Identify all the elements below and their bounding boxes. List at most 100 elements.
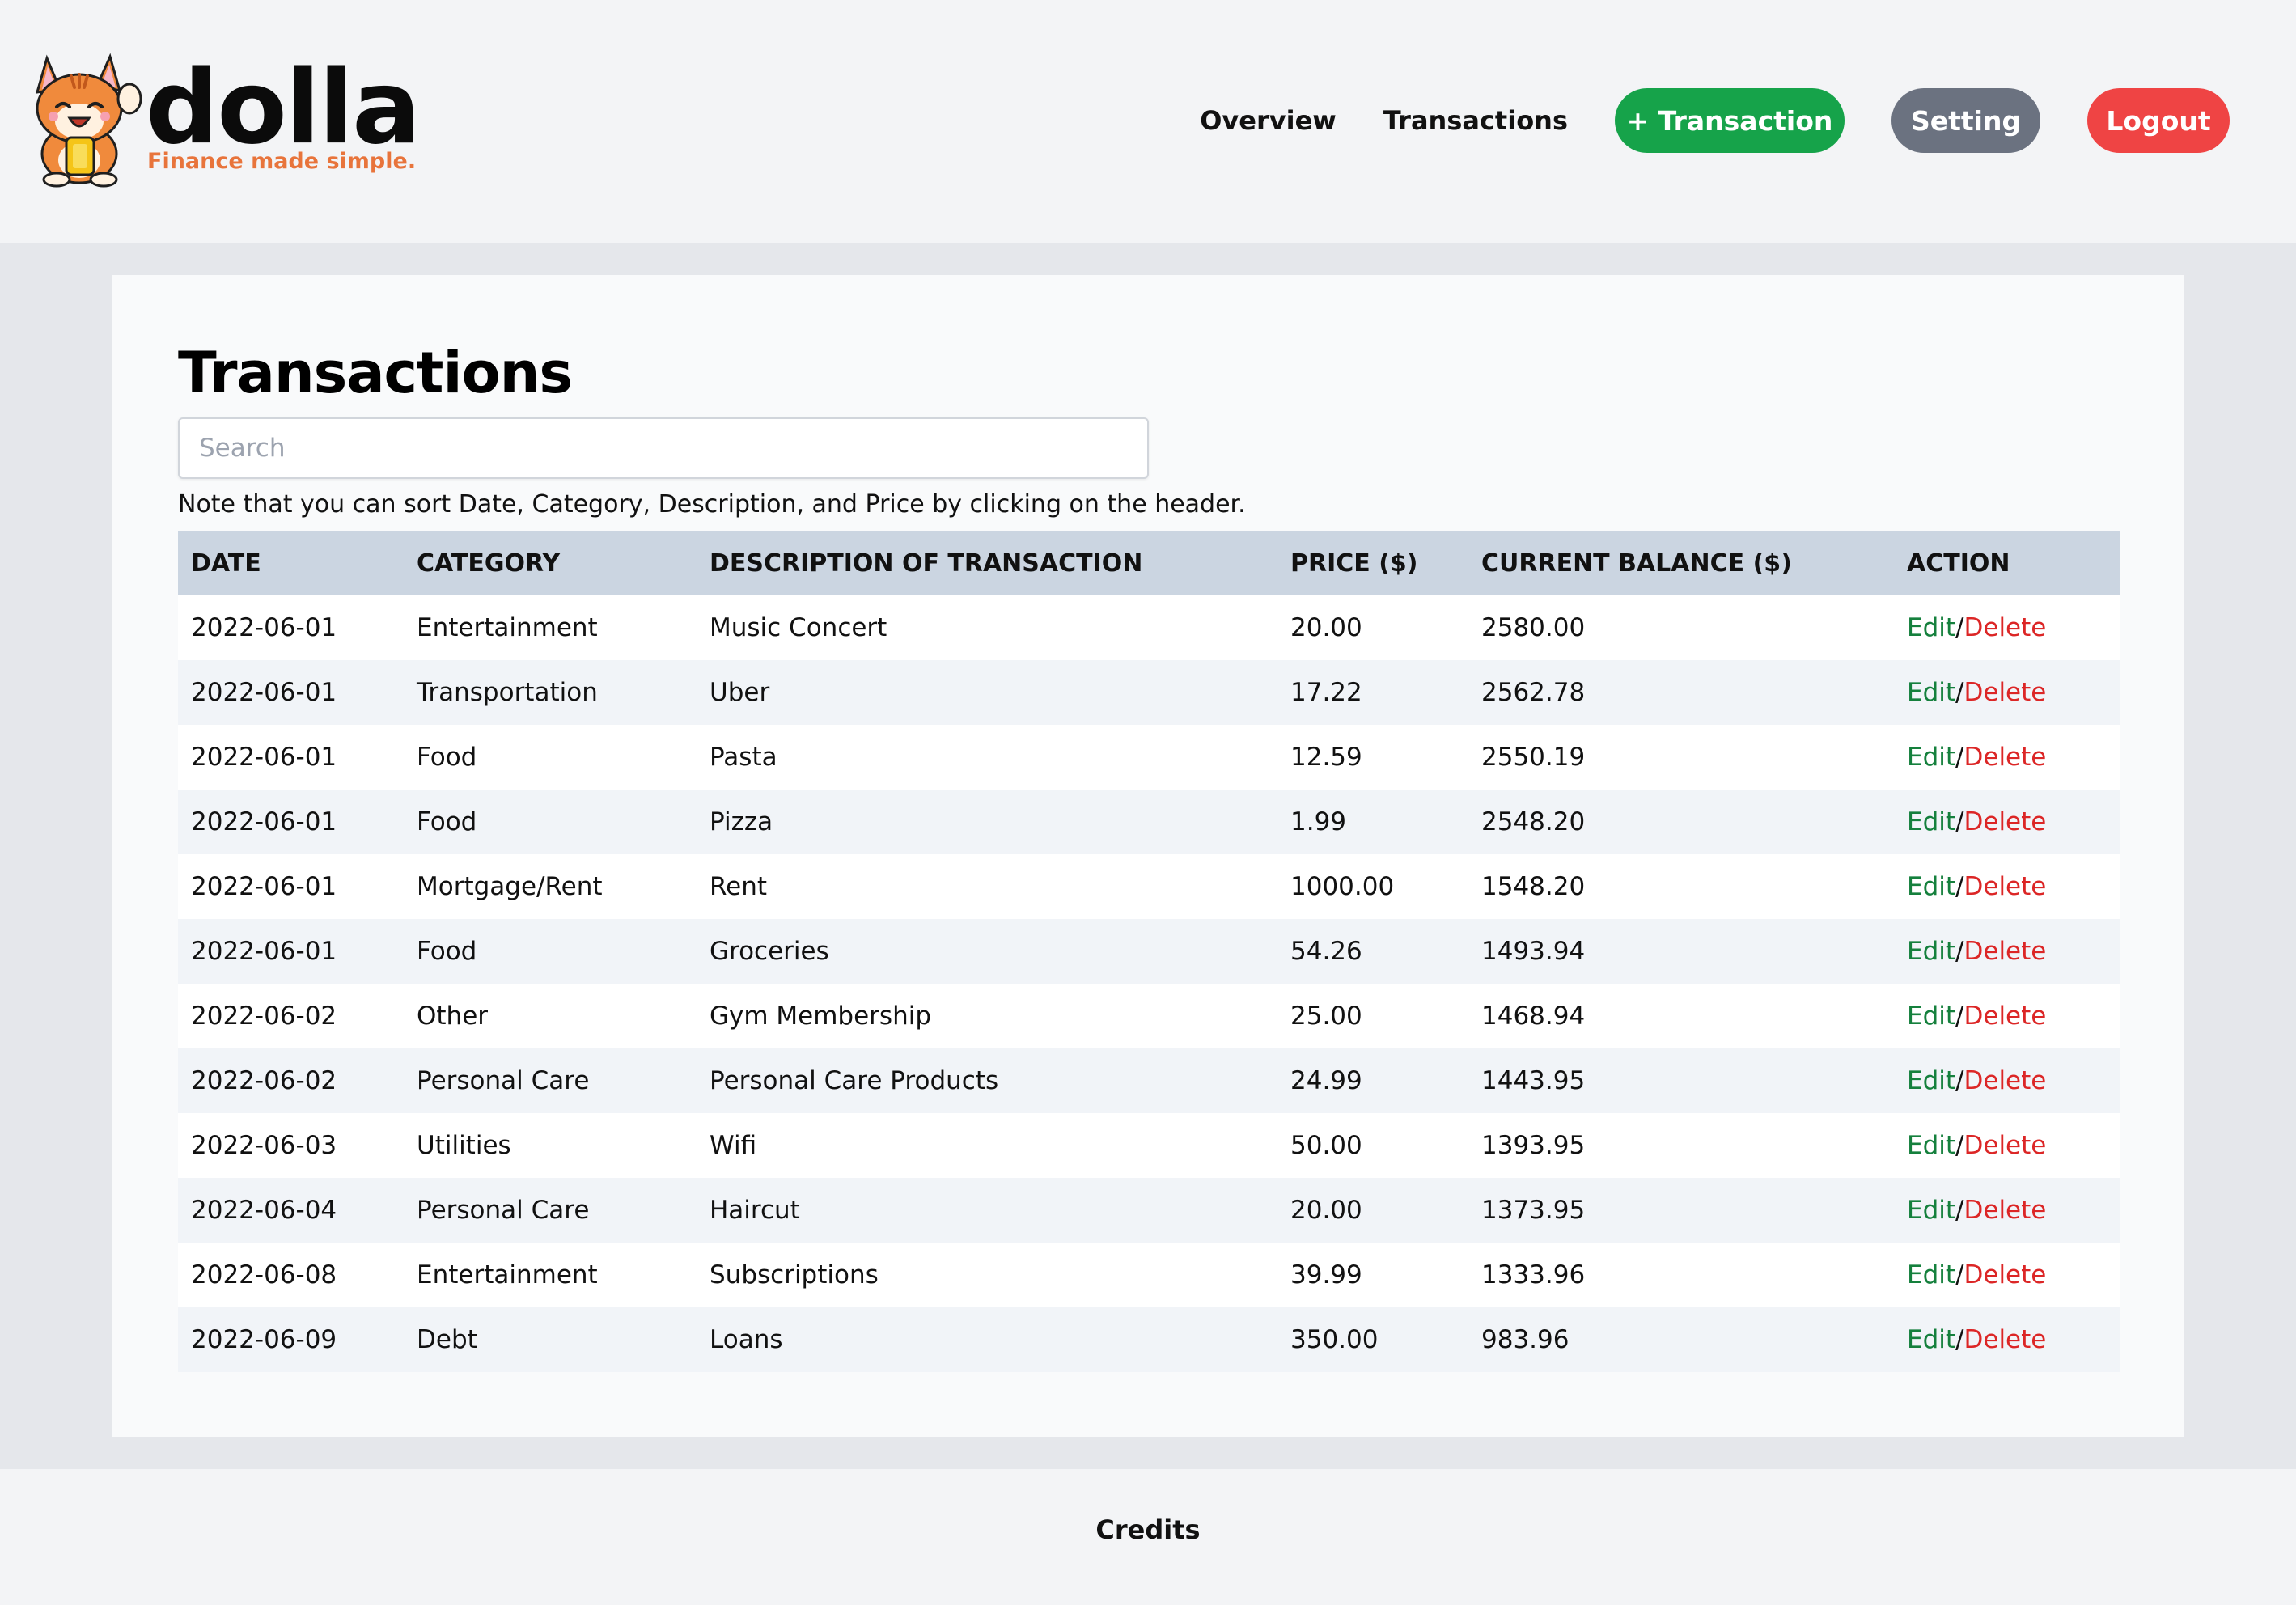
cell-price: 39.99 [1290, 1260, 1362, 1290]
edit-link[interactable]: Edit [1907, 743, 1955, 772]
cell-balance: 2548.20 [1481, 807, 1586, 836]
cell-balance: 1548.20 [1481, 872, 1586, 901]
cell-action: Edit/Delete [1894, 1243, 2120, 1307]
cell-date: 2022-06-01 [191, 937, 337, 966]
action-separator: / [1955, 1325, 1964, 1354]
cell-description: Rent [710, 872, 768, 901]
table-row: 2022-06-04 Personal Care Haircut 20.00 1373.… [178, 1178, 2120, 1243]
edit-link[interactable]: Edit [1907, 872, 1955, 901]
edit-link[interactable]: Edit [1907, 678, 1955, 707]
header-price[interactable]: PRICE ($) [1277, 531, 1468, 595]
add-transaction-button[interactable]: + Transaction [1615, 88, 1845, 153]
action-separator: / [1955, 1260, 1964, 1290]
cell-date: 2022-06-04 [191, 1196, 337, 1225]
delete-link[interactable]: Delete [1964, 872, 2047, 901]
cell-balance: 2550.19 [1481, 743, 1586, 772]
delete-link[interactable]: Delete [1964, 1196, 2047, 1225]
edit-link[interactable]: Edit [1907, 937, 1955, 966]
delete-link[interactable]: Delete [1964, 1325, 2047, 1354]
cell-action: Edit/Delete [1894, 1178, 2120, 1243]
header-description[interactable]: DESCRIPTION OF TRANSACTION [697, 531, 1277, 595]
brand-logo[interactable]: dolla Finance made simple. [29, 50, 421, 188]
cell-action: Edit/Delete [1894, 984, 2120, 1048]
cell-description: Gym Membership [710, 1002, 932, 1031]
cell-date: 2022-06-09 [191, 1325, 337, 1354]
edit-link[interactable]: Edit [1907, 1260, 1955, 1290]
cell-date: 2022-06-01 [191, 807, 337, 836]
cell-category: Debt [417, 1325, 477, 1354]
edit-link[interactable]: Edit [1907, 1002, 1955, 1031]
credits-link[interactable]: Credits [0, 1514, 2296, 1545]
delete-link[interactable]: Delete [1964, 1066, 2047, 1095]
cell-category: Personal Care [417, 1196, 590, 1225]
brand-name: dolla [146, 48, 421, 167]
delete-link[interactable]: Delete [1964, 937, 2047, 966]
setting-button[interactable]: Setting [1891, 88, 2040, 153]
cell-balance: 1468.94 [1481, 1002, 1586, 1031]
cell-description: Haircut [710, 1196, 800, 1225]
table-header-row: DATE CATEGORY DESCRIPTION OF TRANSACTION… [178, 531, 2120, 595]
action-separator: / [1955, 1066, 1964, 1095]
header-category[interactable]: CATEGORY [404, 531, 697, 595]
delete-link[interactable]: Delete [1964, 1260, 2047, 1290]
cell-price: 25.00 [1290, 1002, 1362, 1031]
search-input[interactable] [178, 417, 1149, 479]
cell-description: Personal Care Products [710, 1066, 999, 1095]
delete-link[interactable]: Delete [1964, 1002, 2047, 1031]
cell-price: 350.00 [1290, 1325, 1379, 1354]
cell-balance: 2580.00 [1481, 613, 1586, 642]
nav-transactions-link[interactable]: Transactions [1383, 105, 1568, 136]
table-row: 2022-06-01 Mortgage/Rent Rent 1000.00 1548.2… [178, 854, 2120, 919]
table-row: 2022-06-01 Food Groceries 54.26 1493.94 Edit/… [178, 919, 2120, 984]
cell-action: Edit/Delete [1894, 790, 2120, 854]
cell-category: Food [417, 807, 477, 836]
cell-action: Edit/Delete [1894, 1113, 2120, 1178]
cell-price: 1.99 [1290, 807, 1347, 836]
edit-link[interactable]: Edit [1907, 1131, 1955, 1160]
delete-link[interactable]: Delete [1964, 678, 2047, 707]
cell-price: 12.59 [1290, 743, 1362, 772]
cell-action: Edit/Delete [1894, 725, 2120, 790]
edit-link[interactable]: Edit [1907, 1196, 1955, 1225]
table-row: 2022-06-01 Entertainment Music Concert 20.0… [178, 595, 2120, 660]
logout-button[interactable]: Logout [2087, 88, 2230, 153]
cell-date: 2022-06-01 [191, 743, 337, 772]
cell-date: 2022-06-01 [191, 613, 337, 642]
cell-date: 2022-06-08 [191, 1260, 337, 1290]
table-row: 2022-06-09 Debt Loans 350.00 983.96 Edit/Dele… [178, 1307, 2120, 1372]
action-separator: / [1955, 678, 1964, 707]
edit-link[interactable]: Edit [1907, 1325, 1955, 1354]
cell-description: Pizza [710, 807, 773, 836]
delete-link[interactable]: Delete [1964, 613, 2047, 642]
delete-link[interactable]: Delete [1964, 743, 2047, 772]
cell-category: Entertainment [417, 613, 598, 642]
cell-category: Food [417, 743, 477, 772]
cell-balance: 1393.95 [1481, 1131, 1586, 1160]
delete-link[interactable]: Delete [1964, 1131, 2047, 1160]
transactions-table: DATE CATEGORY DESCRIPTION OF TRANSACTION… [178, 531, 2120, 1372]
nav-overview-link[interactable]: Overview [1200, 105, 1337, 136]
cell-balance: 2562.78 [1481, 678, 1586, 707]
edit-link[interactable]: Edit [1907, 613, 1955, 642]
cell-action: Edit/Delete [1894, 660, 2120, 725]
transactions-card: Transactions Note that you can sort Date… [112, 275, 2184, 1437]
edit-link[interactable]: Edit [1907, 807, 1955, 836]
edit-link[interactable]: Edit [1907, 1066, 1955, 1095]
cell-description: Uber [710, 678, 770, 707]
cell-date: 2022-06-03 [191, 1131, 337, 1160]
delete-link[interactable]: Delete [1964, 807, 2047, 836]
header-date[interactable]: DATE [178, 531, 404, 595]
table-row: 2022-06-02 Other Gym Membership 25.00 1468.9… [178, 984, 2120, 1048]
cell-description: Pasta [710, 743, 777, 772]
cell-description: Subscriptions [710, 1260, 879, 1290]
footer: Credits [0, 1469, 2296, 1605]
cell-action: Edit/Delete [1894, 854, 2120, 919]
action-separator: / [1955, 613, 1964, 642]
header-current-balance: CURRENT BALANCE ($) [1481, 548, 1792, 578]
cell-price: 50.00 [1290, 1131, 1362, 1160]
cell-date: 2022-06-01 [191, 872, 337, 901]
main-nav: Overview Transactions + Transaction Sett… [1200, 87, 2230, 154]
action-separator: / [1955, 937, 1964, 966]
cell-description: Groceries [710, 937, 829, 966]
table-row: 2022-06-03 Utilities Wifi 50.00 1393.95 Edit/… [178, 1113, 2120, 1178]
